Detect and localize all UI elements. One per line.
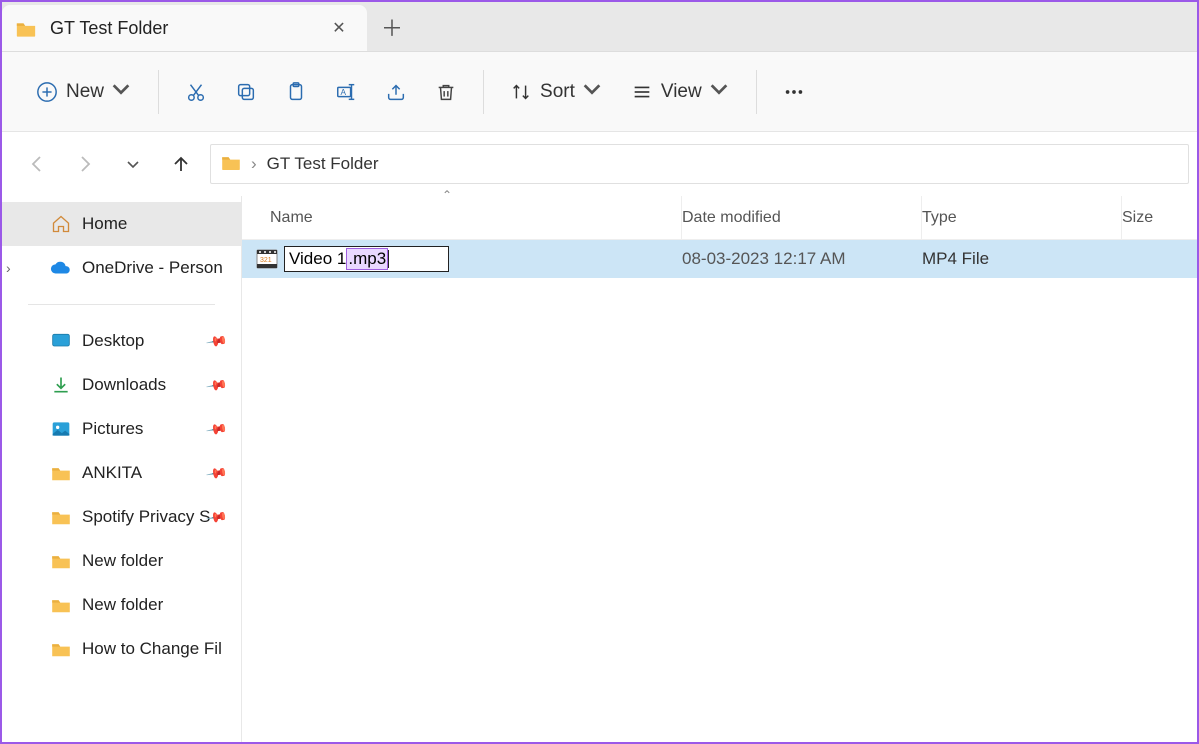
pin-icon: 📌 [204,329,228,353]
tab-title: GT Test Folder [50,18,325,39]
file-name-cell: 321 Video 1.mp3 [242,246,682,272]
chevron-down-icon [708,78,730,105]
downloads-icon [50,374,72,396]
sidebar-item-label: Downloads [82,375,166,395]
sidebar-item-label: Spotify Privacy S [82,507,211,527]
delete-button[interactable] [421,68,471,116]
expand-icon[interactable]: › [6,260,11,276]
new-tab-button[interactable]: ＋ [367,2,417,51]
video-file-icon: 321 [256,249,278,269]
column-date[interactable]: Date modified [682,196,922,239]
column-size[interactable]: Size [1122,209,1197,227]
copy-button[interactable] [221,68,271,116]
column-name-label: Name [270,209,313,227]
toolbar: New A Sort View [2,52,1197,132]
column-size-label: Size [1122,209,1153,226]
breadcrumb-item[interactable]: GT Test Folder [267,154,379,174]
sidebar-item-newfolder2[interactable]: New folder [2,583,241,627]
rename-input[interactable]: Video 1.mp3 [284,246,449,272]
sidebar-item-label: Desktop [82,331,144,351]
folder-icon [50,506,72,528]
paste-button[interactable] [271,68,321,116]
sidebar: Home › OneDrive - Person Desktop 📌 Downl… [2,196,242,742]
main-area: Home › OneDrive - Person Desktop 📌 Downl… [2,196,1197,742]
sort-indicator-icon: ⌃ [442,188,452,202]
view-button[interactable]: View [617,68,744,116]
separator [158,70,159,114]
sidebar-item-label: New folder [82,551,163,571]
tab-bar: GT Test Folder ✕ ＋ [2,2,1197,52]
column-date-label: Date modified [682,209,781,227]
file-date-cell: 08-03-2023 12:17 AM [682,249,922,269]
sidebar-item-desktop[interactable]: Desktop 📌 [2,319,241,363]
folder-icon [16,20,36,36]
sidebar-quick-group: Desktop 📌 Downloads 📌 Pictures 📌 ANKITA … [2,319,241,671]
file-type-cell: MP4 File [922,249,1122,269]
chevron-down-icon [581,78,603,105]
column-type-label: Type [922,209,957,227]
sidebar-home-label: Home [82,214,127,234]
folder-icon [50,594,72,616]
rename-base-text: Video 1 [289,249,346,269]
pin-icon: 📌 [204,461,228,485]
breadcrumb-separator: › [251,154,257,174]
home-icon [50,213,72,235]
sidebar-item-home[interactable]: Home [2,202,241,246]
sidebar-item-ankita[interactable]: ANKITA 📌 [2,451,241,495]
back-button[interactable] [24,151,50,177]
window-tab[interactable]: GT Test Folder ✕ [2,5,367,51]
cut-button[interactable] [171,68,221,116]
pictures-icon [50,418,72,440]
folder-icon [50,462,72,484]
folder-icon [221,154,241,175]
column-headers: ⌃ Name Date modified Type Size [242,196,1197,240]
pin-icon: 📌 [204,417,228,441]
separator [756,70,757,114]
column-name[interactable]: ⌃ Name [242,196,682,239]
recent-dropdown[interactable] [120,151,146,177]
close-tab-button[interactable]: ✕ [325,18,353,38]
sort-button[interactable]: Sort [496,68,617,116]
sidebar-onedrive-label: OneDrive - Person [82,258,223,278]
svg-text:321: 321 [260,257,272,264]
folder-icon [50,550,72,572]
address-bar[interactable]: › GT Test Folder [210,144,1189,184]
sidebar-item-label: How to Change Fil [82,639,222,659]
new-label: New [66,81,104,103]
more-button[interactable] [769,68,819,116]
column-type[interactable]: Type [922,196,1122,239]
navigation-row: › GT Test Folder [2,132,1197,196]
sidebar-item-newfolder1[interactable]: New folder [2,539,241,583]
share-button[interactable] [371,68,421,116]
sidebar-item-label: New folder [82,595,163,615]
desktop-icon [50,330,72,352]
file-row[interactable]: 321 Video 1.mp3 08-03-2023 12:17 AM MP4 … [242,240,1197,278]
nav-buttons [2,151,210,177]
up-button[interactable] [168,151,194,177]
view-label: View [661,81,702,103]
sidebar-item-pictures[interactable]: Pictures 📌 [2,407,241,451]
chevron-down-icon [110,78,132,105]
cloud-icon [50,257,72,279]
forward-button[interactable] [72,151,98,177]
sidebar-separator [28,304,215,305]
sidebar-item-onedrive[interactable]: › OneDrive - Person [2,246,241,290]
file-list: ⌃ Name Date modified Type Size 321 Video… [242,196,1197,742]
rename-button[interactable]: A [321,68,371,116]
sidebar-item-downloads[interactable]: Downloads 📌 [2,363,241,407]
new-button[interactable]: New [22,68,146,116]
rename-ext-highlight: .mp3 [346,248,388,270]
separator [483,70,484,114]
svg-text:A: A [341,87,347,96]
folder-icon [50,638,72,660]
sidebar-item-label: Pictures [82,419,143,439]
sidebar-item-spotify[interactable]: Spotify Privacy S 📌 [2,495,241,539]
text-cursor [388,250,389,268]
sort-label: Sort [540,81,575,103]
sidebar-item-howto[interactable]: How to Change Fil [2,627,241,671]
pin-icon: 📌 [204,373,228,397]
sidebar-item-label: ANKITA [82,463,142,483]
